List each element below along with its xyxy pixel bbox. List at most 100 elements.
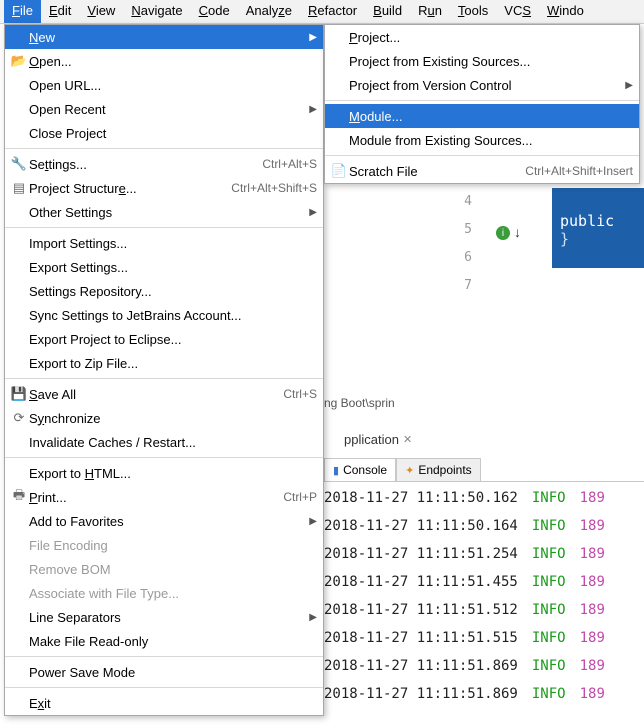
run-config-tab[interactable]: pplication ✕	[344, 432, 412, 447]
file-menu-open-recent[interactable]: Open Recent ▶	[5, 97, 323, 121]
menu-tools[interactable]: Tools	[450, 0, 496, 23]
new-project[interactable]: Project...	[325, 25, 639, 49]
menubar: File Edit View Navigate Code Analyze Ref…	[0, 0, 644, 24]
editor-gutter: 4 5 6 7	[438, 188, 478, 300]
log-row: 2018-11-27 11:11:50.164INFO189	[324, 512, 605, 540]
file-menu-exit[interactable]: Exit	[5, 691, 323, 715]
file-menu-file-encoding: File Encoding	[5, 533, 323, 557]
wrench-icon: 🔧	[9, 156, 29, 172]
file-menu-import-settings[interactable]: Import Settings...	[5, 231, 323, 255]
log-row: 2018-11-27 11:11:51.869INFO189	[324, 652, 605, 680]
menu-refactor[interactable]: Refactor	[300, 0, 365, 23]
new-submenu: Project... Project from Existing Sources…	[324, 24, 640, 184]
tool-window-tabs: ▮ Console ✦ Endpoints	[324, 458, 644, 482]
file-menu-dropdown: New ▶ 📂 Open... Open URL... Open Recent …	[4, 24, 324, 716]
line-number: 5	[438, 216, 472, 244]
new-scratch-file[interactable]: 📄 Scratch File Ctrl+Alt+Shift+Insert	[325, 159, 639, 183]
menu-code[interactable]: Code	[191, 0, 238, 23]
separator	[325, 100, 639, 101]
file-menu-project-structure[interactable]: ▤ Project Structure... Ctrl+Alt+Shift+S	[5, 176, 323, 200]
sync-icon: ⟳	[9, 410, 29, 426]
menu-navigate[interactable]: Navigate	[123, 0, 190, 23]
file-menu-settings-repository[interactable]: Settings Repository...	[5, 279, 323, 303]
file-menu-line-separators[interactable]: Line Separators ▶	[5, 605, 323, 629]
file-menu-new[interactable]: New ▶	[5, 25, 323, 49]
file-menu-power-save[interactable]: Power Save Mode	[5, 660, 323, 684]
code-selection: public }	[552, 188, 644, 268]
menu-view[interactable]: View	[79, 0, 123, 23]
tab-console[interactable]: ▮ Console	[324, 458, 396, 481]
endpoints-icon: ✦	[405, 464, 414, 477]
separator	[5, 378, 323, 379]
file-menu-other-settings[interactable]: Other Settings ▶	[5, 200, 323, 224]
file-menu-open[interactable]: 📂 Open...	[5, 49, 323, 73]
file-menu-print[interactable]: 🖶 Print... Ctrl+P	[5, 485, 323, 509]
save-icon: 💾	[9, 386, 29, 402]
file-menu-close-project[interactable]: Close Project	[5, 121, 323, 145]
shortcut-text: Ctrl+Alt+Shift+S	[221, 181, 317, 195]
separator	[5, 656, 323, 657]
print-icon: 🖶	[9, 486, 29, 508]
run-gutter-icon[interactable]: i	[496, 226, 510, 240]
separator	[5, 687, 323, 688]
menu-analyze[interactable]: Analyze	[238, 0, 300, 23]
submenu-arrow-icon: ▶	[303, 612, 317, 623]
submenu-arrow-icon: ▶	[303, 207, 317, 218]
down-arrow-icon: ↓	[514, 224, 521, 240]
file-menu-export-html[interactable]: Export to HTML...	[5, 461, 323, 485]
separator	[5, 227, 323, 228]
line-number: 4	[438, 188, 472, 216]
new-project-existing[interactable]: Project from Existing Sources...	[325, 49, 639, 73]
folder-open-icon: 📂	[9, 53, 29, 69]
menu-build[interactable]: Build	[365, 0, 410, 23]
file-menu-save-all[interactable]: 💾 Save All Ctrl+S	[5, 382, 323, 406]
file-menu-settings[interactable]: 🔧 Settings... Ctrl+Alt+S	[5, 152, 323, 176]
shortcut-text: Ctrl+Alt+S	[252, 157, 317, 171]
shortcut-text: Ctrl+P	[273, 490, 317, 504]
new-module[interactable]: Module...	[325, 104, 639, 128]
line-number: 7	[438, 272, 472, 300]
shortcut-text: Ctrl+S	[273, 387, 317, 401]
code-token: public	[560, 212, 636, 230]
separator	[325, 155, 639, 156]
file-menu-sync-jetbrains[interactable]: Sync Settings to JetBrains Account...	[5, 303, 323, 327]
file-menu-export-settings[interactable]: Export Settings...	[5, 255, 323, 279]
submenu-arrow-icon: ▶	[619, 80, 633, 91]
file-menu-remove-bom: Remove BOM	[5, 557, 323, 581]
close-icon[interactable]: ✕	[399, 433, 412, 446]
line-number: 6	[438, 244, 472, 272]
new-module-existing[interactable]: Module from Existing Sources...	[325, 128, 639, 152]
submenu-arrow-icon: ▶	[303, 516, 317, 527]
breadcrumb[interactable]: ng Boot\sprin	[324, 396, 395, 410]
log-row: 2018-11-27 11:11:51.455INFO189	[324, 568, 605, 596]
code-token: }	[560, 230, 636, 248]
console-output: 2018-11-27 11:11:50.162INFO189 2018-11-2…	[324, 484, 605, 708]
log-row: 2018-11-27 11:11:51.869INFO189	[324, 680, 605, 708]
file-menu-export-zip[interactable]: Export to Zip File...	[5, 351, 323, 375]
log-row: 2018-11-27 11:11:50.162INFO189	[324, 484, 605, 512]
shortcut-text: Ctrl+Alt+Shift+Insert	[515, 164, 633, 178]
menu-run[interactable]: Run	[410, 0, 450, 23]
submenu-arrow-icon: ▶	[303, 104, 317, 115]
menu-edit[interactable]: Edit	[41, 0, 79, 23]
separator	[5, 457, 323, 458]
new-project-vcs[interactable]: Project from Version Control ▶	[325, 73, 639, 97]
log-row: 2018-11-27 11:11:51.515INFO189	[324, 624, 605, 652]
menu-window[interactable]: Windo	[539, 0, 592, 23]
menu-vcs[interactable]: VCS	[496, 0, 539, 23]
log-row: 2018-11-27 11:11:51.254INFO189	[324, 540, 605, 568]
file-menu-export-eclipse[interactable]: Export Project to Eclipse...	[5, 327, 323, 351]
file-menu-invalidate-caches[interactable]: Invalidate Caches / Restart...	[5, 430, 323, 454]
file-menu-read-only[interactable]: Make File Read-only	[5, 629, 323, 653]
menu-file[interactable]: File	[4, 0, 41, 23]
scratch-file-icon: 📄	[329, 163, 349, 179]
file-menu-add-favorites[interactable]: Add to Favorites ▶	[5, 509, 323, 533]
separator	[5, 148, 323, 149]
project-structure-icon: ▤	[9, 180, 29, 196]
submenu-arrow-icon: ▶	[303, 32, 317, 43]
file-menu-open-url[interactable]: Open URL...	[5, 73, 323, 97]
tab-endpoints[interactable]: ✦ Endpoints	[396, 458, 481, 481]
log-row: 2018-11-27 11:11:51.512INFO189	[324, 596, 605, 624]
file-menu-assoc-filetype: Associate with File Type...	[5, 581, 323, 605]
file-menu-synchronize[interactable]: ⟳ Synchronize	[5, 406, 323, 430]
